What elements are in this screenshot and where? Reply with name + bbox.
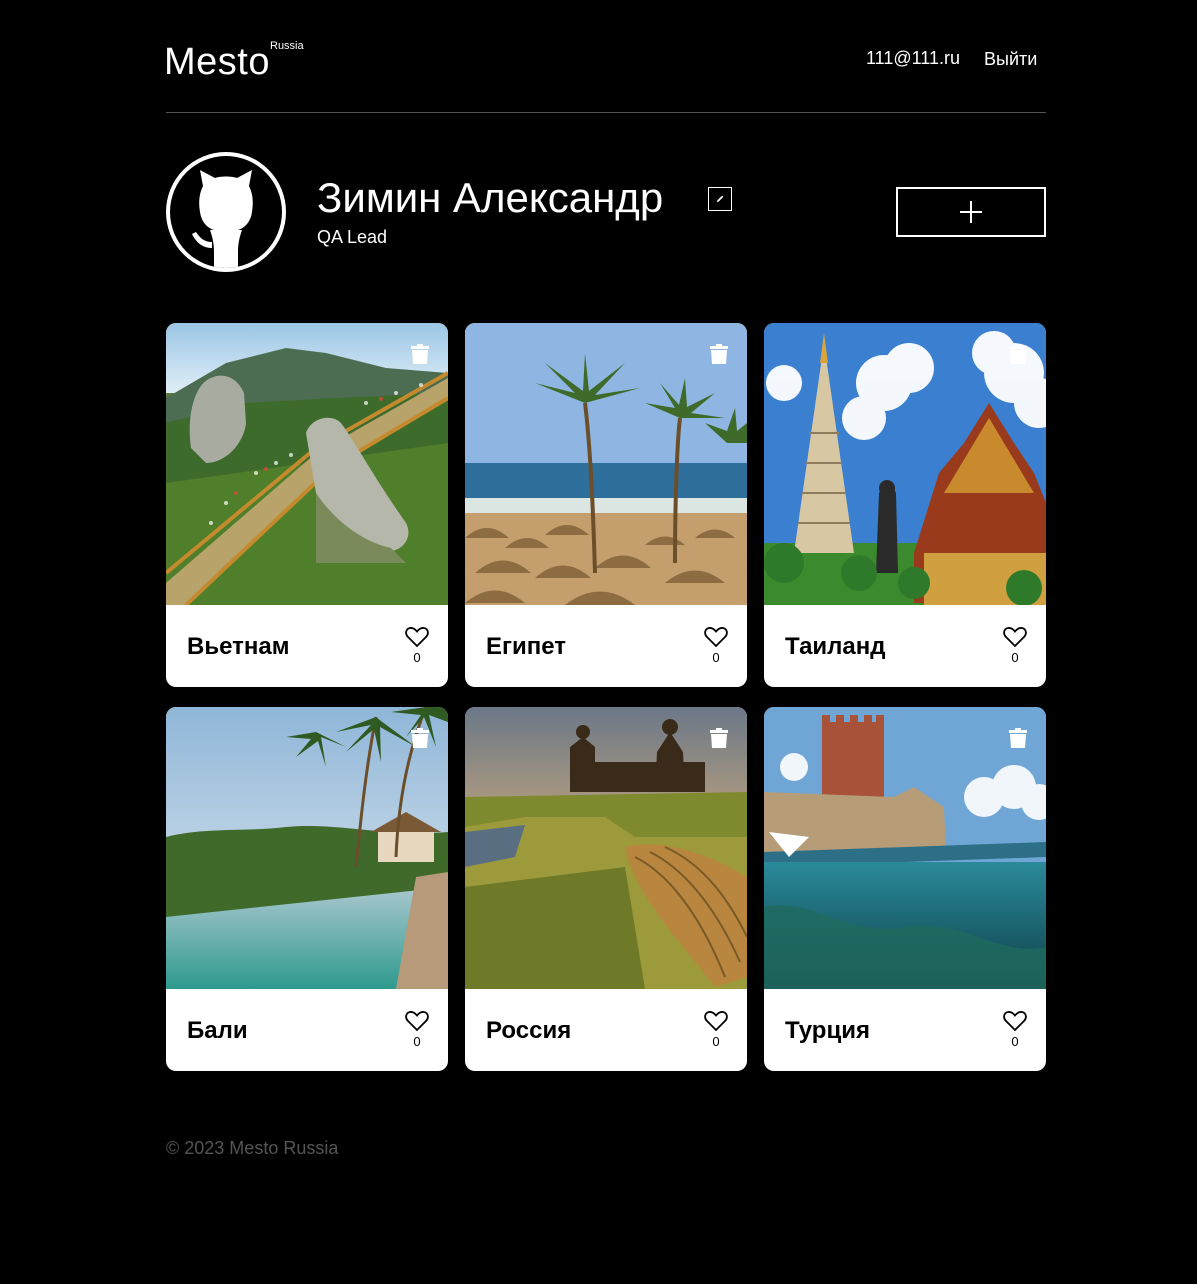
card: Россия 0 <box>465 707 747 1071</box>
card: Египет 0 <box>465 323 747 687</box>
add-card-button[interactable] <box>896 187 1046 237</box>
card-image[interactable] <box>764 323 1046 605</box>
card: Турция 0 <box>764 707 1046 1071</box>
like-count: 0 <box>1011 1034 1019 1049</box>
trash-icon[interactable] <box>710 728 728 748</box>
card: Бали 0 <box>166 707 448 1071</box>
heart-icon[interactable] <box>704 1010 728 1032</box>
logo-superscript: Russia <box>270 40 304 52</box>
copyright: © 2023 Mesto Russia <box>166 1138 339 1158</box>
card-title: Вьетнам <box>187 633 290 660</box>
page: Mesto Russia 111@111.ru Выйти Зимин Алек… <box>164 0 1046 1071</box>
heart-icon[interactable] <box>405 626 429 648</box>
trash-icon[interactable] <box>411 728 429 748</box>
card-image[interactable] <box>166 707 448 989</box>
like-count: 0 <box>1011 650 1019 665</box>
like-count: 0 <box>413 650 421 665</box>
profile: Зимин Александр QA Lead <box>166 152 1046 272</box>
card-title: Таиланд <box>785 633 886 660</box>
card: Таиланд 0 <box>764 323 1046 687</box>
trash-icon[interactable] <box>1009 728 1027 748</box>
plus-icon <box>960 201 982 223</box>
logo-text: Mesto <box>164 41 270 83</box>
trash-icon[interactable] <box>411 344 429 364</box>
profile-about: QA Lead <box>317 227 388 247</box>
card-title: Египет <box>486 633 567 660</box>
like-count: 0 <box>413 1034 421 1049</box>
like-count: 0 <box>712 1034 720 1049</box>
card-image[interactable] <box>465 323 747 605</box>
card-image[interactable] <box>764 707 1046 989</box>
footer: © 2023 Mesto Russia <box>166 1137 338 1159</box>
heart-icon[interactable] <box>405 1010 429 1032</box>
logout-link[interactable]: Выйти <box>984 48 1037 70</box>
heart-icon[interactable] <box>1003 1010 1027 1032</box>
pencil-icon <box>716 195 724 203</box>
github-octocat-icon <box>170 156 282 268</box>
logo: Mesto Russia <box>164 40 304 84</box>
card-image[interactable] <box>166 323 448 605</box>
card-title: Бали <box>187 1017 248 1044</box>
like-count: 0 <box>712 650 720 665</box>
header: Mesto Russia 111@111.ru Выйти <box>164 0 1046 113</box>
trash-icon[interactable] <box>1009 344 1027 364</box>
card-title: Турция <box>785 1017 870 1044</box>
card-title: Россия <box>486 1017 572 1044</box>
card: Вьетнам 0 <box>166 323 448 687</box>
heart-icon[interactable] <box>704 626 728 648</box>
profile-name: Зимин Александр <box>317 174 664 221</box>
avatar[interactable] <box>166 152 286 272</box>
trash-icon[interactable] <box>710 344 728 364</box>
card-image[interactable] <box>465 707 747 989</box>
edit-profile-button[interactable] <box>708 187 732 211</box>
user-email: 111@111.ru <box>866 48 960 68</box>
heart-icon[interactable] <box>1003 626 1027 648</box>
